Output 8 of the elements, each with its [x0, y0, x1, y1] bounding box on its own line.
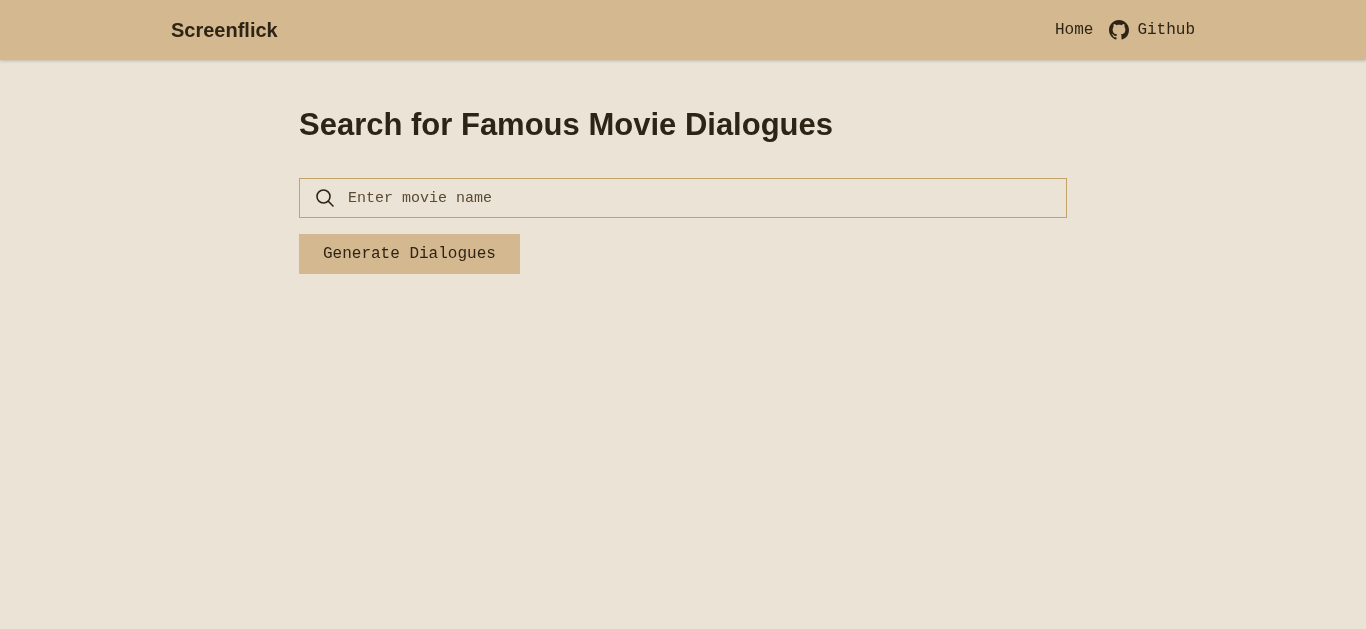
- github-link[interactable]: Github: [1109, 20, 1195, 40]
- page-title: Search for Famous Movie Dialogues: [299, 106, 835, 144]
- search-field[interactable]: Enter movie name: [299, 178, 1067, 218]
- logo[interactable]: Screenflick: [171, 18, 278, 42]
- search-icon: [315, 188, 335, 208]
- nav-link[interactable]: Home: [1055, 21, 1094, 39]
- github-icon: [1109, 20, 1130, 40]
- generate-button[interactable]: Generate Dialogues: [299, 234, 520, 274]
